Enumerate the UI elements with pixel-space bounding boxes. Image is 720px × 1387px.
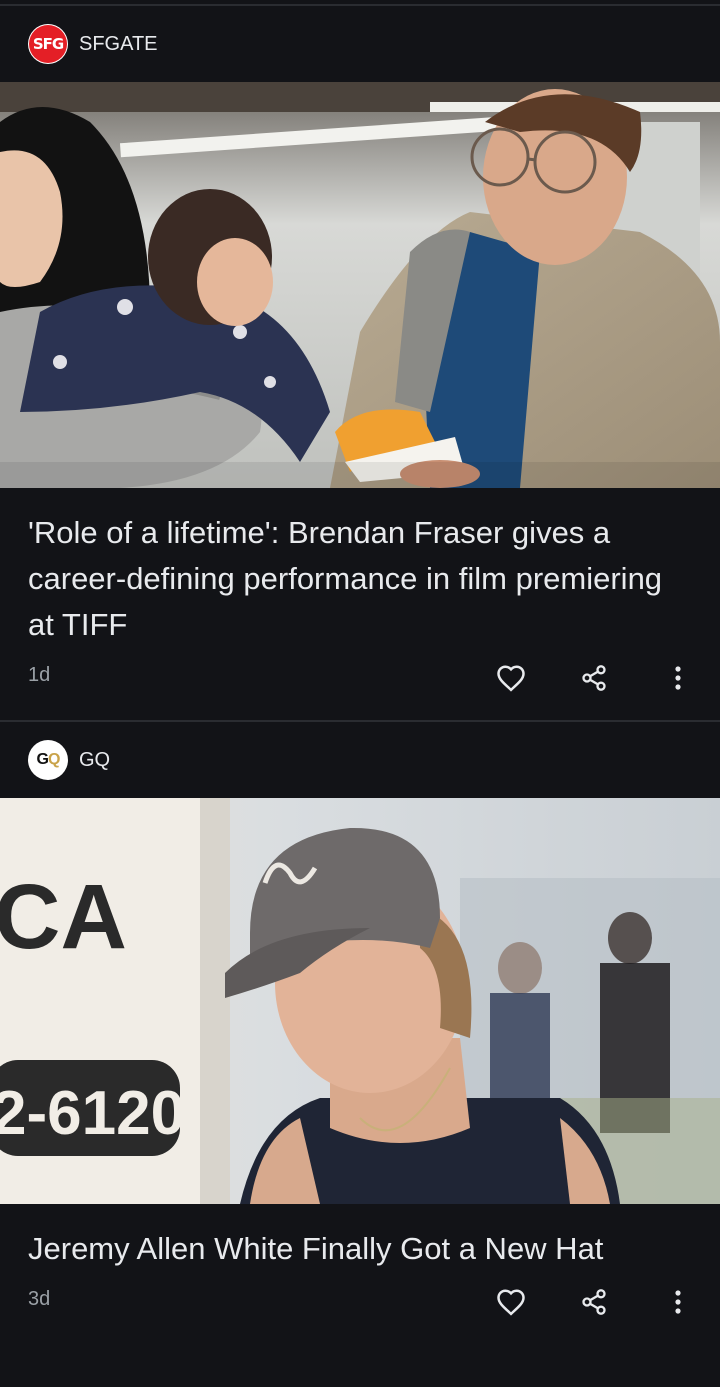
article-headline[interactable]: 'Role of a lifetime': Brendan Fraser giv… xyxy=(0,488,720,648)
sign-number: 2-6120 xyxy=(0,1079,185,1148)
logo-letter-q: Q xyxy=(48,751,60,768)
article-meta: 3d xyxy=(0,1272,720,1332)
like-button[interactable] xyxy=(489,1280,533,1324)
photo-jeremy-allen-white-icon: CA 2-6120 xyxy=(0,798,720,1204)
sfgate-logo-icon: SFG xyxy=(29,25,67,63)
article-headline[interactable]: Jeremy Allen White Finally Got a New Hat xyxy=(0,1204,720,1272)
more-vert-icon xyxy=(675,666,681,690)
article-age: 3d xyxy=(28,1288,51,1310)
source-logo: SFG xyxy=(28,24,68,64)
article-card[interactable]: SFG SFGATE 'Role of a lifetime': Brendan… xyxy=(0,6,720,708)
heart-icon xyxy=(497,665,525,692)
share-icon xyxy=(582,1289,606,1315)
heart-icon xyxy=(497,1289,525,1316)
sign-text: CA xyxy=(0,866,127,968)
logo-letter-g: G xyxy=(36,751,49,768)
share-button[interactable] xyxy=(572,656,616,700)
article-image[interactable]: CA 2-6120 xyxy=(0,798,720,1204)
news-feed: SFG SFGATE 'Role of a lifetime': Brendan… xyxy=(0,0,720,1387)
article-image[interactable] xyxy=(0,82,720,488)
like-button[interactable] xyxy=(489,656,533,700)
more-vert-icon xyxy=(675,1290,681,1314)
source-row[interactable]: SFG SFGATE xyxy=(0,6,720,82)
gq-logo-icon: GQ xyxy=(28,740,68,780)
article-age: 1d xyxy=(28,664,51,686)
source-row[interactable]: GQ GQ xyxy=(0,722,720,798)
share-button[interactable] xyxy=(572,1280,616,1324)
article-card[interactable]: GQ GQ CA 2-6120 Jeremy Allen White Final… xyxy=(0,722,720,1332)
more-options-button[interactable] xyxy=(656,1280,700,1324)
source-name: SFGATE xyxy=(79,32,158,55)
more-options-button[interactable] xyxy=(656,656,700,700)
article-meta: 1d xyxy=(0,648,720,708)
source-name: GQ xyxy=(79,748,111,771)
share-icon xyxy=(582,665,606,691)
photo-brendan-fraser-icon xyxy=(0,82,720,488)
